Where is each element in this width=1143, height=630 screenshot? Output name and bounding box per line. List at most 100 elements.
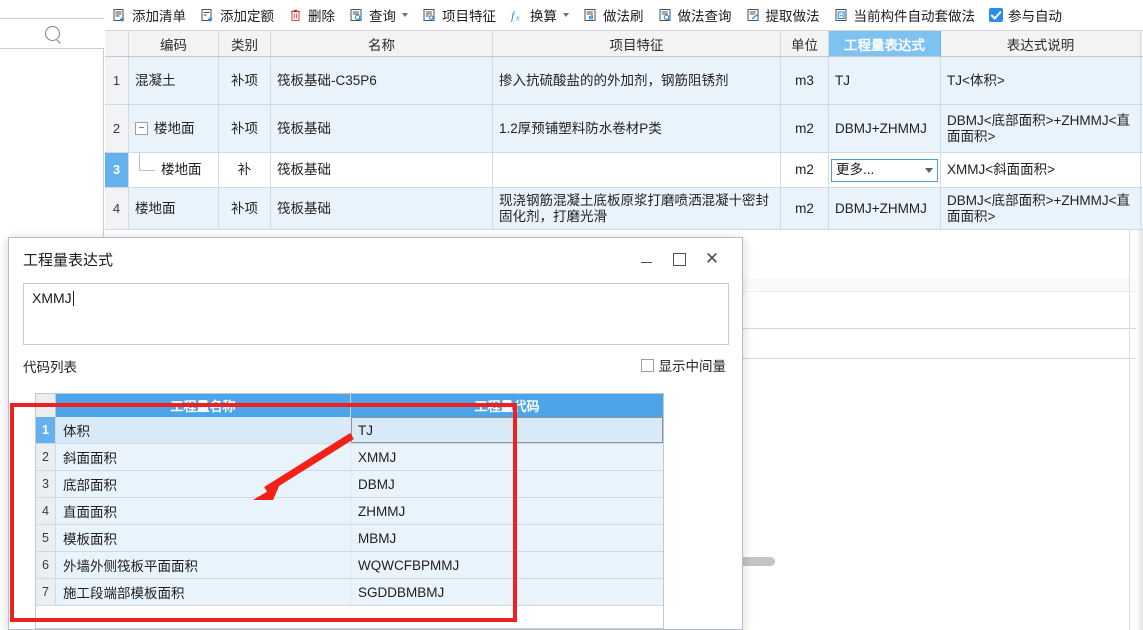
toolbar-button-add-quota[interactable]: 添加定额 xyxy=(193,0,281,30)
row-name: 筏板基础-C35P6 xyxy=(271,57,493,104)
list-item[interactable]: 5 模板面积 MBMJ xyxy=(36,525,663,552)
code-row-code: DBMJ xyxy=(358,476,395,492)
expression-dropdown-value: 更多... xyxy=(836,162,875,177)
table-row[interactable]: 3 楼地面 补 筏板基础 m2 更多... XMMJ<斜面面积> xyxy=(105,153,1143,188)
add-list-icon xyxy=(112,8,127,23)
list-item[interactable]: 6 外墙外侧筏板平面面积 WQWCFBPMMJ xyxy=(36,552,663,579)
svg-text:H: H xyxy=(839,13,843,19)
toolbar-button-delete[interactable]: 删除 xyxy=(281,0,342,30)
row-code-text: 楼地面 xyxy=(154,120,195,136)
grid-header-unit[interactable]: 单位 xyxy=(781,31,829,56)
toolbar-button-extract-method[interactable]: 提取做法 xyxy=(739,0,827,30)
search-icon[interactable] xyxy=(44,26,60,41)
row-expression-editor[interactable]: 更多... xyxy=(829,153,941,187)
row-expression[interactable]: DBMJ+ZHMMJ xyxy=(829,105,941,152)
table-row[interactable]: 1 混凝土 补项 筏板基础-C35P6 掺入抗硫酸盐的的外加剂，钢筋阻锈剂 m3… xyxy=(105,57,1143,105)
checkbox-unchecked-icon[interactable] xyxy=(640,358,654,372)
code-table-header-rownum xyxy=(36,394,56,417)
row-unit: m3 xyxy=(781,57,829,104)
list-item[interactable]: 1 体积 TJ xyxy=(36,417,663,444)
row-expression-desc: DBMJ<底部面积>+ZHMMJ<直面面积> xyxy=(947,112,1131,144)
grid-header-rownum xyxy=(105,31,129,56)
table-row[interactable]: 4 楼地面 补项 筏板基础 现浇钢筋混凝土底板原浆打磨喷洒混凝十密封固化剂，打磨… xyxy=(105,188,1143,230)
dialog-title-bar[interactable]: 工程量表达式 ✕ xyxy=(9,238,742,280)
list-item[interactable]: 2 斜面面积 XMMJ xyxy=(36,444,663,471)
row-feature: 1.2厚预铺塑料防水卷材P类 xyxy=(499,120,662,136)
toolbar-button-method-query[interactable]: 做法查询 xyxy=(651,0,739,30)
toolbar-button-project-feature[interactable]: 项目特征 xyxy=(415,0,503,30)
toolbar-button-convert[interactable]: fx 换算 xyxy=(503,0,576,30)
grid-header-expression-desc[interactable]: 表达式说明 xyxy=(941,31,1141,56)
minimize-icon xyxy=(640,262,652,263)
chevron-down-icon[interactable] xyxy=(563,13,569,17)
row-type: 补项 xyxy=(219,57,271,104)
row-unit: m2 xyxy=(781,153,829,187)
code-row-number: 7 xyxy=(36,579,56,605)
chevron-down-icon[interactable] xyxy=(925,167,933,173)
row-expression-desc: TJ<体积> xyxy=(947,72,1005,88)
list-item[interactable]: 4 直面面积 ZHMMJ xyxy=(36,498,663,525)
toolbar-button-query[interactable]: 查询 xyxy=(342,0,415,30)
list-item[interactable]: 3 底部面积 DBMJ xyxy=(36,471,663,498)
toolbar: 添加清单 添加定额 删除 查询 项目特征 fx 换算 做法刷 做法查询 提取做法… xyxy=(105,0,1143,31)
row-expression[interactable]: TJ xyxy=(829,57,941,104)
toolbar-label: 项目特征 xyxy=(442,9,496,24)
row-number: 1 xyxy=(105,57,129,104)
row-name: 筏板基础 xyxy=(271,105,493,152)
row-number: 4 xyxy=(105,188,129,229)
toolbar-button-method-brush[interactable]: 做法刷 xyxy=(576,0,651,30)
grid-header-expression[interactable]: 工程量表达式 xyxy=(829,31,941,56)
tree-collapse-icon[interactable]: − xyxy=(135,122,148,135)
maximize-icon xyxy=(672,252,686,266)
code-row-code: WQWCFBPMMJ xyxy=(358,557,460,573)
code-row-number: 2 xyxy=(36,444,56,470)
show-intermediate-label: 显示中间量 xyxy=(658,359,727,374)
code-row-number: 6 xyxy=(36,552,56,578)
toolbar-label: 删除 xyxy=(308,9,335,24)
row-expression-desc: XMMJ<斜面面积> xyxy=(947,162,1056,177)
toolbar-button-auto-apply-method[interactable]: H 当前构件自动套做法 xyxy=(827,0,983,30)
code-table-header-name[interactable]: 工程量名称 xyxy=(56,394,351,417)
table-row[interactable]: 2 − 楼地面 补项 筏板基础 1.2厚预铺塑料防水卷材P类 m2 DBMJ+Z… xyxy=(105,105,1143,153)
right-edge-shadow xyxy=(1136,230,1143,630)
code-list-label: 代码列表 xyxy=(23,360,77,375)
expression-dropdown[interactable]: 更多... xyxy=(831,158,938,182)
checkbox-checked-icon[interactable] xyxy=(989,8,1003,22)
grid-header-code[interactable]: 编码 xyxy=(129,31,219,56)
trash-icon xyxy=(288,8,303,23)
toolbar-button-add-list[interactable]: 添加清单 xyxy=(105,0,193,30)
fx-icon: fx xyxy=(510,8,525,23)
grid-header-name[interactable]: 名称 xyxy=(271,31,493,56)
show-intermediate-checkbox[interactable]: 显示中间量 xyxy=(640,355,727,375)
participate-auto-checkbox[interactable]: 参与自动 xyxy=(982,0,1069,30)
left-panel-top-cell xyxy=(0,0,104,19)
toolbar-label: 当前构件自动套做法 xyxy=(853,9,976,24)
code-row-name: 底部面积 xyxy=(56,471,351,497)
close-button[interactable]: ✕ xyxy=(699,247,725,271)
code-table-footer xyxy=(36,606,663,628)
code-table-header-code[interactable]: 工程量代码 xyxy=(351,394,663,417)
row-name: 筏板基础 xyxy=(271,153,493,187)
row-expression[interactable]: DBMJ+ZHMMJ xyxy=(829,188,941,229)
maximize-button[interactable] xyxy=(666,247,692,271)
grid-header-feature[interactable]: 项目特征 xyxy=(493,31,781,56)
auto-apply-icon: H xyxy=(834,8,849,23)
code-row-name: 斜面面积 xyxy=(56,444,351,470)
row-feature: 现浇钢筋混凝土底板原浆打磨喷洒混凝十密封固化剂，打磨光滑 xyxy=(499,192,769,224)
chevron-down-icon[interactable] xyxy=(402,13,408,17)
code-row-number: 3 xyxy=(36,471,56,497)
row-number: 2 xyxy=(105,105,129,152)
expression-input[interactable]: XMMJ xyxy=(23,283,729,345)
list-item[interactable]: 7 施工段端部模板面积 SGDDBMBMJ xyxy=(36,579,663,606)
code-row-name: 模板面积 xyxy=(56,525,351,551)
code-row-name: 外墙外侧筏板平面面积 xyxy=(56,552,351,578)
row-unit: m2 xyxy=(781,105,829,152)
tree-child-connector-icon xyxy=(135,153,157,187)
left-panel-search-cell[interactable] xyxy=(0,19,104,49)
minimize-button[interactable] xyxy=(633,247,659,271)
grid-header-type[interactable]: 类别 xyxy=(219,31,271,56)
row-code: − 楼地面 xyxy=(129,105,219,152)
toolbar-label: 查询 xyxy=(369,9,396,24)
code-table-header-row: 工程量名称 工程量代码 xyxy=(36,394,663,417)
expression-input-value: XMMJ xyxy=(32,290,72,306)
